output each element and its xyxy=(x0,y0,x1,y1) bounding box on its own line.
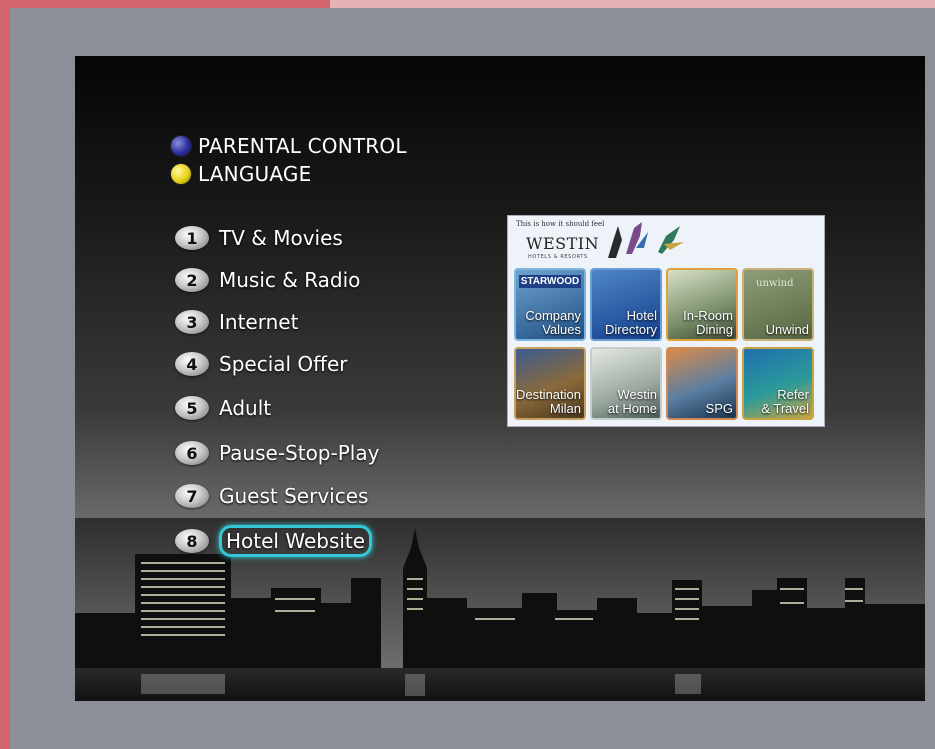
number-2-icon: 2 xyxy=(175,268,209,292)
tile-label: Unwind xyxy=(765,322,809,337)
tv-menu-screen: PARENTAL CONTROL LANGUAGE 1 TV & Movies … xyxy=(75,56,925,701)
tile-label: Destination Milan xyxy=(515,387,581,416)
menu-item-music-radio[interactable]: 2 Music & Radio xyxy=(175,268,360,292)
promo-tile-grid: STARWOOD Company Values Hotel Directory … xyxy=(514,268,820,422)
menu-item-internet[interactable]: 3 Internet xyxy=(175,310,298,334)
language-label: LANGUAGE xyxy=(198,162,312,186)
parental-control-label: PARENTAL CONTROL xyxy=(198,134,407,158)
menu-item-tv-movies[interactable]: 1 TV & Movies xyxy=(175,226,343,250)
menu-item-adult[interactable]: 5 Adult xyxy=(175,396,271,420)
tile-company-values[interactable]: STARWOOD Company Values xyxy=(514,268,586,341)
left-edge-bar xyxy=(0,0,10,749)
menu-item-label: Music & Radio xyxy=(219,268,361,292)
menu-item-special-offer[interactable]: 4 Special Offer xyxy=(175,352,347,376)
menu-item-pause-stop-play[interactable]: 6 Pause-Stop-Play xyxy=(175,441,379,465)
menu-item-label: Internet xyxy=(219,310,299,334)
menu-item-guest-services[interactable]: 7 Guest Services xyxy=(175,484,368,508)
menu-item-label: Adult xyxy=(219,396,272,420)
color-key-options: PARENTAL CONTROL LANGUAGE xyxy=(170,132,407,188)
starwood-logo: STARWOOD xyxy=(519,275,581,288)
number-4-icon: 4 xyxy=(175,352,209,376)
tile-label: In-Room Dining xyxy=(683,308,733,337)
tile-label: SPG xyxy=(705,401,733,416)
promo-tagline: This is how it should feel xyxy=(516,220,605,228)
number-3-icon: 3 xyxy=(175,310,209,334)
menu-item-hotel-website[interactable]: 8 Hotel Website xyxy=(175,525,373,557)
top-edge-bar xyxy=(0,0,330,8)
unwind-logo: unwind xyxy=(756,278,794,289)
menu-item-label: TV & Movies xyxy=(219,226,343,250)
tile-refer-travel[interactable]: Refer & Travel xyxy=(742,347,814,420)
language-option[interactable]: LANGUAGE xyxy=(170,160,407,188)
menu-item-label: Pause-Stop-Play xyxy=(219,441,380,465)
westin-logo: WESTIN xyxy=(526,234,600,253)
tile-label: Company Values xyxy=(525,308,581,337)
yellow-button-icon xyxy=(170,163,192,185)
tile-label: Refer & Travel xyxy=(761,387,809,416)
tile-label: Westin at Home xyxy=(607,387,657,416)
tile-hotel-directory[interactable]: Hotel Directory xyxy=(590,268,662,341)
top-edge-bar-light xyxy=(330,0,935,8)
menu-item-label: Special Offer xyxy=(219,352,348,376)
tile-unwind[interactable]: unwind Unwind xyxy=(742,268,814,341)
tile-in-room-dining[interactable]: In-Room Dining xyxy=(666,268,738,341)
blue-button-icon xyxy=(170,135,192,157)
promo-header: This is how it should feel WESTIN HOTELS… xyxy=(508,216,824,262)
westin-logo-subtitle: HOTELS & RESORTS xyxy=(528,254,588,260)
bird-illustration-icon xyxy=(608,222,684,258)
number-6-icon: 6 xyxy=(175,441,209,465)
tile-destination-milan[interactable]: Destination Milan xyxy=(514,347,586,420)
menu-item-label: Guest Services xyxy=(219,484,369,508)
number-5-icon: 5 xyxy=(175,396,209,420)
tile-label: Hotel Directory xyxy=(604,308,657,337)
parental-control-option[interactable]: PARENTAL CONTROL xyxy=(170,132,407,160)
number-1-icon: 1 xyxy=(175,226,209,250)
tile-westin-at-home[interactable]: Westin at Home xyxy=(590,347,662,420)
menu-item-label: Hotel Website xyxy=(219,525,373,557)
westin-promo-panel: This is how it should feel WESTIN HOTELS… xyxy=(507,215,825,427)
number-7-icon: 7 xyxy=(175,484,209,508)
tile-spg[interactable]: SPG xyxy=(666,347,738,420)
number-8-icon: 8 xyxy=(175,529,209,553)
